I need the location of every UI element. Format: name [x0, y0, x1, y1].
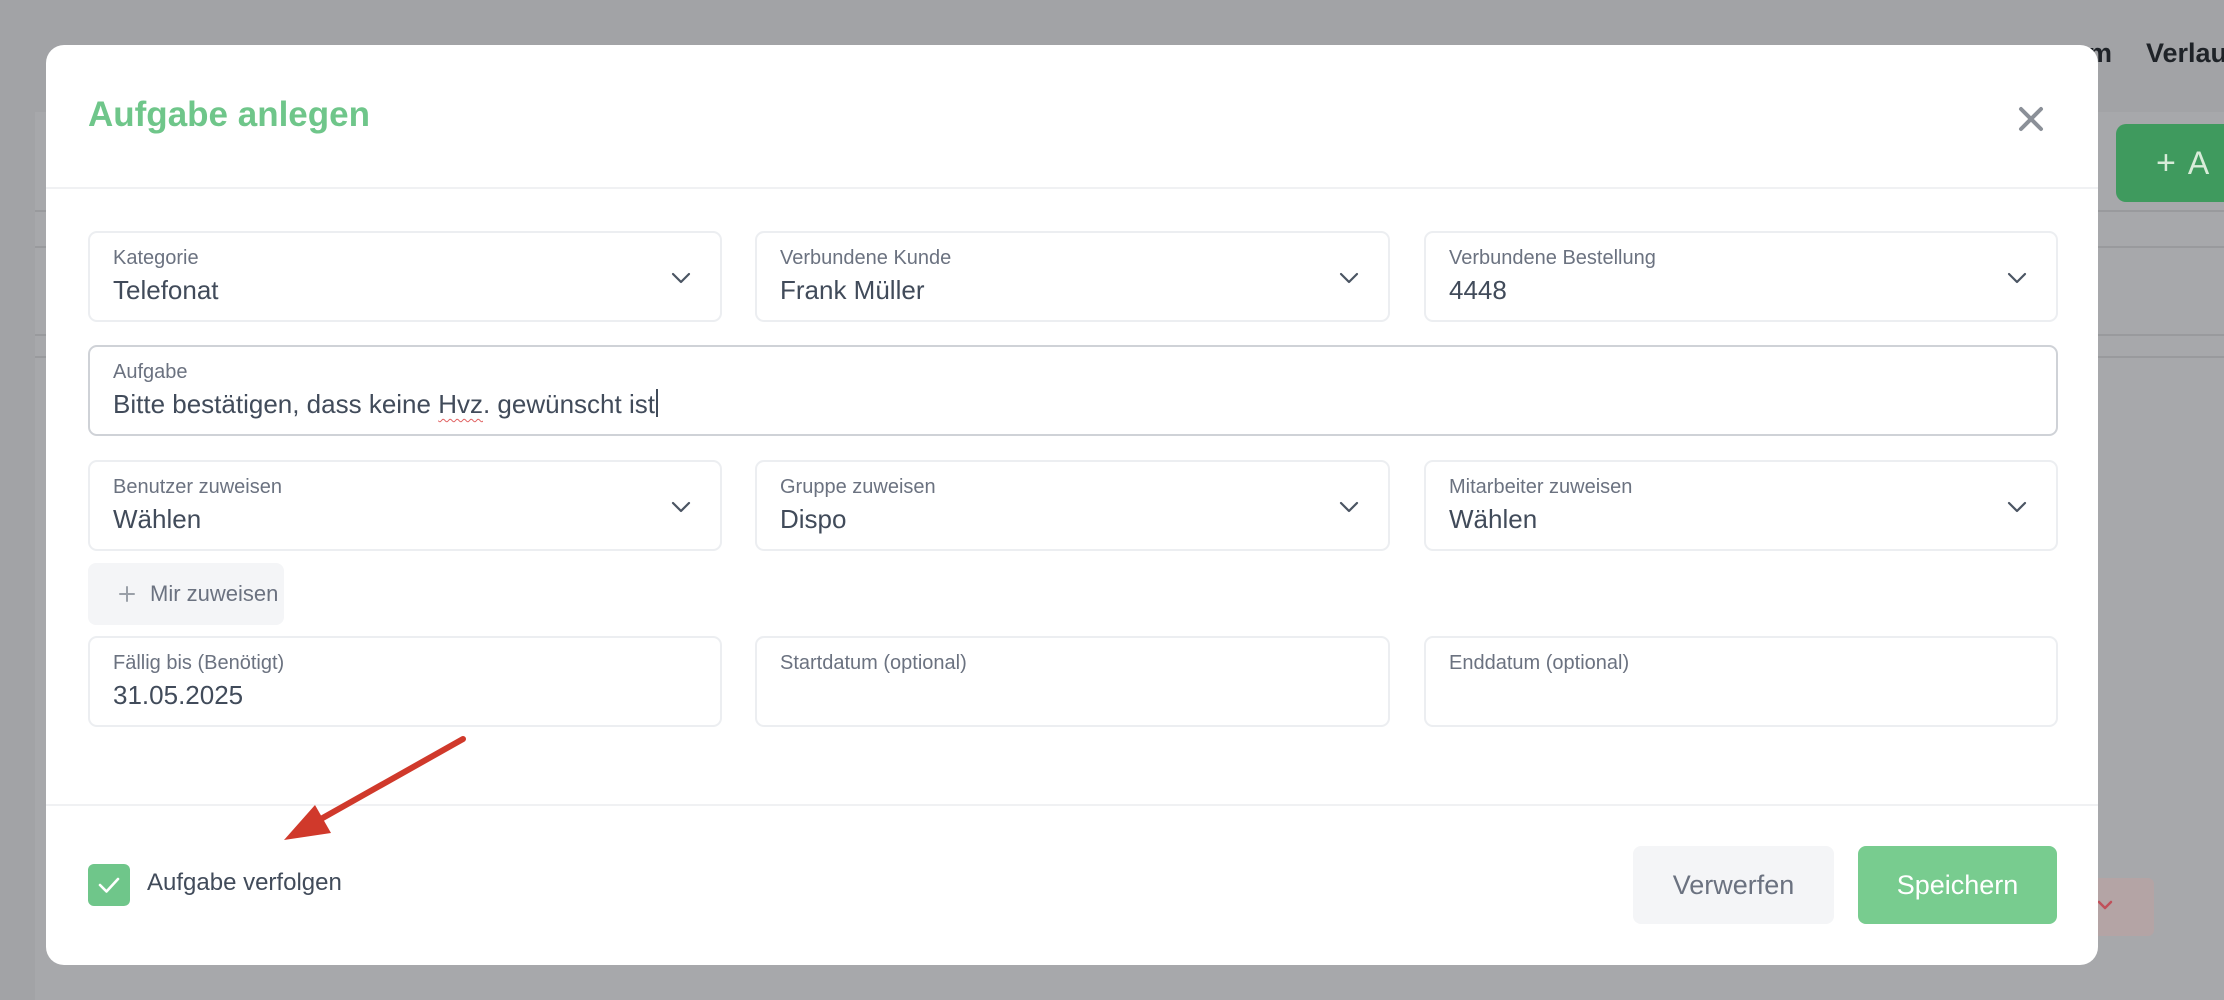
end-date-label: Enddatum (optional): [1449, 652, 1630, 674]
modal-header: Aufgabe anlegen: [46, 45, 2098, 189]
check-icon: [98, 877, 120, 893]
due-date-value: 31.05.2025: [113, 680, 244, 710]
customer-select[interactable]: Verbundene Kunde Frank Müller: [755, 231, 1390, 322]
task-text-end: . gewünscht ist: [482, 389, 655, 419]
background-nav-item[interactable]: Verlau: [2146, 38, 2224, 69]
end-date-input[interactable]: Enddatum (optional): [1424, 636, 2058, 727]
category-value: Telefonat: [113, 275, 219, 305]
create-task-modal: Aufgabe anlegen Kategorie Telefonat Verb…: [46, 45, 2098, 965]
order-label: Verbundene Bestellung: [1449, 247, 1656, 269]
modal-title: Aufgabe anlegen: [88, 95, 370, 134]
category-select[interactable]: Kategorie Telefonat: [88, 231, 722, 322]
assign-me-button[interactable]: Mir zuweisen: [88, 563, 284, 625]
chevron-down-icon: [2007, 501, 2027, 513]
close-icon: [2019, 107, 2043, 131]
category-label: Kategorie: [113, 247, 199, 269]
follow-task-checkbox[interactable]: [88, 864, 130, 906]
employee-label: Mitarbeiter zuweisen: [1449, 476, 1633, 498]
chevron-down-icon: [2097, 900, 2113, 910]
save-button[interactable]: Speichern: [1858, 846, 2057, 924]
task-value: Bitte bestätigen, dass keine Hvz. gewüns…: [113, 389, 658, 420]
employee-value: Wählen: [1449, 504, 1538, 534]
group-value: Dispo: [780, 504, 847, 534]
plus-icon: [119, 586, 135, 602]
footer-divider: [46, 804, 2098, 806]
task-misspelled-word: Hvz: [438, 389, 483, 419]
chevron-down-icon: [671, 501, 691, 513]
task-text: Bitte bestätigen, dass keine: [113, 389, 439, 419]
start-date-label: Startdatum (optional): [780, 652, 967, 674]
employee-select[interactable]: Mitarbeiter zuweisen Wählen: [1424, 460, 2058, 551]
task-input[interactable]: Aufgabe Bitte bestätigen, dass keine Hvz…: [88, 345, 2058, 436]
customer-value: Frank Müller: [780, 275, 925, 305]
follow-task-label[interactable]: Aufgabe verfolgen: [147, 869, 342, 897]
background-add-label: A: [2187, 145, 2210, 181]
order-value: 4448: [1449, 275, 1507, 305]
discard-button[interactable]: Verwerfen: [1633, 846, 1834, 924]
customer-label: Verbundene Kunde: [780, 247, 952, 269]
assign-me-label: Mir zuweisen: [150, 581, 279, 606]
chevron-down-icon: [2007, 272, 2027, 284]
chevron-down-icon: [1339, 501, 1359, 513]
due-date-label: Fällig bis (Benötigt): [113, 652, 285, 674]
start-date-input[interactable]: Startdatum (optional): [755, 636, 1390, 727]
chevron-down-icon: [671, 272, 691, 284]
due-date-input[interactable]: Fällig bis (Benötigt) 31.05.2025: [88, 636, 722, 727]
plus-icon: +: [2156, 144, 2176, 182]
user-value: Wählen: [113, 504, 202, 534]
user-select[interactable]: Benutzer zuweisen Wählen: [88, 460, 722, 551]
chevron-down-icon: [1339, 272, 1359, 284]
background-add-button[interactable]: + A: [2116, 124, 2224, 202]
user-label: Benutzer zuweisen: [113, 476, 282, 498]
text-caret: [655, 389, 658, 417]
close-button[interactable]: [2009, 97, 2053, 141]
group-label: Gruppe zuweisen: [780, 476, 936, 498]
order-select[interactable]: Verbundene Bestellung 4448: [1424, 231, 2058, 322]
group-select[interactable]: Gruppe zuweisen Dispo: [755, 460, 1390, 551]
task-label: Aufgabe: [113, 361, 188, 383]
